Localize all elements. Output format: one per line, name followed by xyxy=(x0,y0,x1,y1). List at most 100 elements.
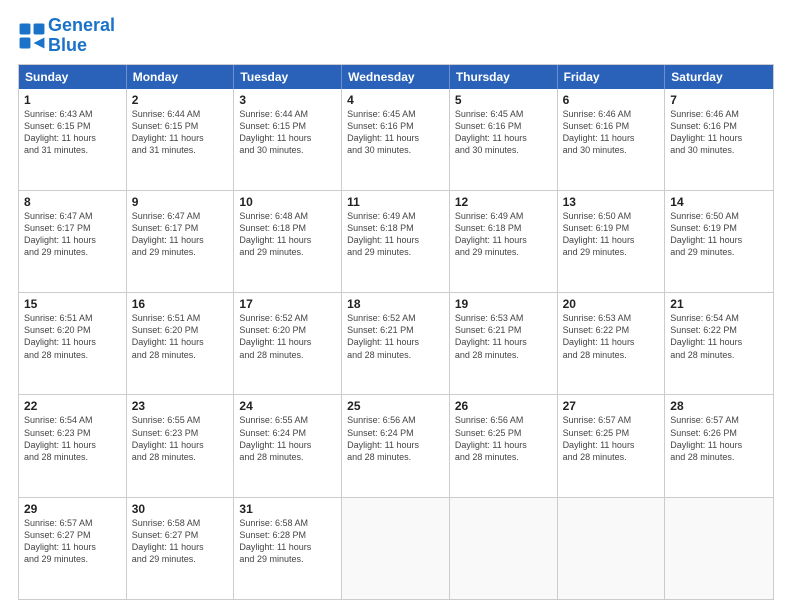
day-cell-28: 28Sunrise: 6:57 AM Sunset: 6:26 PM Dayli… xyxy=(665,395,773,496)
day-info: Sunrise: 6:43 AM Sunset: 6:15 PM Dayligh… xyxy=(24,108,121,157)
day-info: Sunrise: 6:48 AM Sunset: 6:18 PM Dayligh… xyxy=(239,210,336,259)
day-cell-20: 20Sunrise: 6:53 AM Sunset: 6:22 PM Dayli… xyxy=(558,293,666,394)
day-number: 23 xyxy=(132,399,229,413)
day-info: Sunrise: 6:47 AM Sunset: 6:17 PM Dayligh… xyxy=(24,210,121,259)
empty-cell xyxy=(342,498,450,599)
header-day-wednesday: Wednesday xyxy=(342,65,450,89)
day-cell-25: 25Sunrise: 6:56 AM Sunset: 6:24 PM Dayli… xyxy=(342,395,450,496)
day-info: Sunrise: 6:53 AM Sunset: 6:21 PM Dayligh… xyxy=(455,312,552,361)
calendar-body: 1Sunrise: 6:43 AM Sunset: 6:15 PM Daylig… xyxy=(19,89,773,599)
calendar-row-3: 22Sunrise: 6:54 AM Sunset: 6:23 PM Dayli… xyxy=(19,394,773,496)
day-info: Sunrise: 6:55 AM Sunset: 6:23 PM Dayligh… xyxy=(132,414,229,463)
logo-general: General xyxy=(48,15,115,35)
top-bar: General Blue xyxy=(18,16,774,56)
day-number: 20 xyxy=(563,297,660,311)
day-number: 31 xyxy=(239,502,336,516)
day-cell-8: 8Sunrise: 6:47 AM Sunset: 6:17 PM Daylig… xyxy=(19,191,127,292)
day-number: 10 xyxy=(239,195,336,209)
day-cell-29: 29Sunrise: 6:57 AM Sunset: 6:27 PM Dayli… xyxy=(19,498,127,599)
day-info: Sunrise: 6:49 AM Sunset: 6:18 PM Dayligh… xyxy=(455,210,552,259)
day-number: 25 xyxy=(347,399,444,413)
day-number: 2 xyxy=(132,93,229,107)
empty-cell xyxy=(558,498,666,599)
calendar: SundayMondayTuesdayWednesdayThursdayFrid… xyxy=(18,64,774,600)
day-number: 13 xyxy=(563,195,660,209)
day-cell-2: 2Sunrise: 6:44 AM Sunset: 6:15 PM Daylig… xyxy=(127,89,235,190)
day-info: Sunrise: 6:57 AM Sunset: 6:26 PM Dayligh… xyxy=(670,414,768,463)
day-cell-3: 3Sunrise: 6:44 AM Sunset: 6:15 PM Daylig… xyxy=(234,89,342,190)
day-number: 24 xyxy=(239,399,336,413)
day-number: 15 xyxy=(24,297,121,311)
day-cell-31: 31Sunrise: 6:58 AM Sunset: 6:28 PM Dayli… xyxy=(234,498,342,599)
day-info: Sunrise: 6:50 AM Sunset: 6:19 PM Dayligh… xyxy=(563,210,660,259)
day-cell-17: 17Sunrise: 6:52 AM Sunset: 6:20 PM Dayli… xyxy=(234,293,342,394)
header-day-saturday: Saturday xyxy=(665,65,773,89)
header-day-friday: Friday xyxy=(558,65,666,89)
day-cell-14: 14Sunrise: 6:50 AM Sunset: 6:19 PM Dayli… xyxy=(665,191,773,292)
day-info: Sunrise: 6:51 AM Sunset: 6:20 PM Dayligh… xyxy=(24,312,121,361)
calendar-row-0: 1Sunrise: 6:43 AM Sunset: 6:15 PM Daylig… xyxy=(19,89,773,190)
day-cell-27: 27Sunrise: 6:57 AM Sunset: 6:25 PM Dayli… xyxy=(558,395,666,496)
day-number: 18 xyxy=(347,297,444,311)
day-info: Sunrise: 6:50 AM Sunset: 6:19 PM Dayligh… xyxy=(670,210,768,259)
day-cell-23: 23Sunrise: 6:55 AM Sunset: 6:23 PM Dayli… xyxy=(127,395,235,496)
day-number: 30 xyxy=(132,502,229,516)
day-info: Sunrise: 6:52 AM Sunset: 6:20 PM Dayligh… xyxy=(239,312,336,361)
day-number: 17 xyxy=(239,297,336,311)
day-cell-19: 19Sunrise: 6:53 AM Sunset: 6:21 PM Dayli… xyxy=(450,293,558,394)
day-cell-4: 4Sunrise: 6:45 AM Sunset: 6:16 PM Daylig… xyxy=(342,89,450,190)
day-number: 8 xyxy=(24,195,121,209)
day-number: 16 xyxy=(132,297,229,311)
day-number: 28 xyxy=(670,399,768,413)
day-cell-22: 22Sunrise: 6:54 AM Sunset: 6:23 PM Dayli… xyxy=(19,395,127,496)
day-info: Sunrise: 6:45 AM Sunset: 6:16 PM Dayligh… xyxy=(455,108,552,157)
day-number: 7 xyxy=(670,93,768,107)
day-number: 12 xyxy=(455,195,552,209)
day-info: Sunrise: 6:56 AM Sunset: 6:25 PM Dayligh… xyxy=(455,414,552,463)
day-number: 19 xyxy=(455,297,552,311)
day-info: Sunrise: 6:52 AM Sunset: 6:21 PM Dayligh… xyxy=(347,312,444,361)
day-info: Sunrise: 6:57 AM Sunset: 6:27 PM Dayligh… xyxy=(24,517,121,566)
day-info: Sunrise: 6:53 AM Sunset: 6:22 PM Dayligh… xyxy=(563,312,660,361)
day-info: Sunrise: 6:45 AM Sunset: 6:16 PM Dayligh… xyxy=(347,108,444,157)
header-day-sunday: Sunday xyxy=(19,65,127,89)
logo: General Blue xyxy=(18,16,115,56)
day-number: 27 xyxy=(563,399,660,413)
day-cell-12: 12Sunrise: 6:49 AM Sunset: 6:18 PM Dayli… xyxy=(450,191,558,292)
day-cell-18: 18Sunrise: 6:52 AM Sunset: 6:21 PM Dayli… xyxy=(342,293,450,394)
day-number: 1 xyxy=(24,93,121,107)
day-cell-5: 5Sunrise: 6:45 AM Sunset: 6:16 PM Daylig… xyxy=(450,89,558,190)
day-info: Sunrise: 6:54 AM Sunset: 6:23 PM Dayligh… xyxy=(24,414,121,463)
day-info: Sunrise: 6:57 AM Sunset: 6:25 PM Dayligh… xyxy=(563,414,660,463)
day-number: 29 xyxy=(24,502,121,516)
day-cell-6: 6Sunrise: 6:46 AM Sunset: 6:16 PM Daylig… xyxy=(558,89,666,190)
day-number: 5 xyxy=(455,93,552,107)
day-number: 6 xyxy=(563,93,660,107)
day-cell-16: 16Sunrise: 6:51 AM Sunset: 6:20 PM Dayli… xyxy=(127,293,235,394)
day-cell-26: 26Sunrise: 6:56 AM Sunset: 6:25 PM Dayli… xyxy=(450,395,558,496)
day-info: Sunrise: 6:46 AM Sunset: 6:16 PM Dayligh… xyxy=(670,108,768,157)
day-info: Sunrise: 6:44 AM Sunset: 6:15 PM Dayligh… xyxy=(132,108,229,157)
calendar-row-4: 29Sunrise: 6:57 AM Sunset: 6:27 PM Dayli… xyxy=(19,497,773,599)
day-cell-21: 21Sunrise: 6:54 AM Sunset: 6:22 PM Dayli… xyxy=(665,293,773,394)
day-number: 11 xyxy=(347,195,444,209)
day-number: 22 xyxy=(24,399,121,413)
logo-icon xyxy=(18,22,46,50)
day-info: Sunrise: 6:51 AM Sunset: 6:20 PM Dayligh… xyxy=(132,312,229,361)
day-cell-24: 24Sunrise: 6:55 AM Sunset: 6:24 PM Dayli… xyxy=(234,395,342,496)
day-number: 26 xyxy=(455,399,552,413)
day-cell-11: 11Sunrise: 6:49 AM Sunset: 6:18 PM Dayli… xyxy=(342,191,450,292)
day-info: Sunrise: 6:49 AM Sunset: 6:18 PM Dayligh… xyxy=(347,210,444,259)
day-number: 4 xyxy=(347,93,444,107)
calendar-row-2: 15Sunrise: 6:51 AM Sunset: 6:20 PM Dayli… xyxy=(19,292,773,394)
day-info: Sunrise: 6:46 AM Sunset: 6:16 PM Dayligh… xyxy=(563,108,660,157)
empty-cell xyxy=(665,498,773,599)
day-number: 14 xyxy=(670,195,768,209)
logo-blue: Blue xyxy=(48,35,87,55)
day-cell-30: 30Sunrise: 6:58 AM Sunset: 6:27 PM Dayli… xyxy=(127,498,235,599)
logo-text: General Blue xyxy=(48,16,115,56)
day-info: Sunrise: 6:47 AM Sunset: 6:17 PM Dayligh… xyxy=(132,210,229,259)
page: General Blue SundayMondayTuesdayWednesda… xyxy=(0,0,792,612)
header-day-tuesday: Tuesday xyxy=(234,65,342,89)
header-day-monday: Monday xyxy=(127,65,235,89)
